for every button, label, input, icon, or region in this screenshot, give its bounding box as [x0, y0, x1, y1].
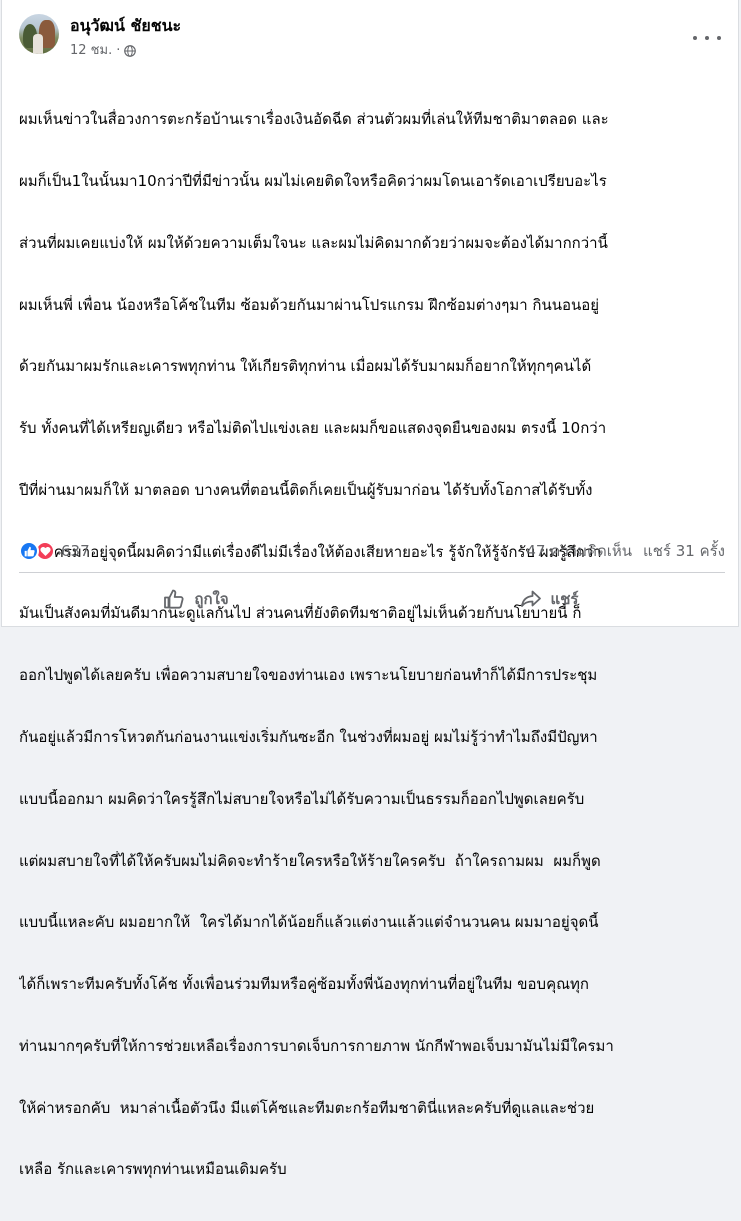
more-dot: [693, 36, 697, 40]
post-time[interactable]: 12 ชม.: [70, 43, 112, 59]
post-header: อนุวัฒน์ ชัยชนะ 12 ชม. ·: [19, 10, 725, 66]
post-line: ท่านมากๆครับที่ให้การช่วยเหลือเรื่องการบ…: [19, 1036, 614, 1055]
like-label: ถูกใจ: [194, 590, 229, 608]
meta-separator: ·: [116, 43, 121, 58]
globe-icon[interactable]: [124, 45, 137, 57]
avatar-person: [33, 34, 43, 54]
more-dot: [717, 36, 721, 40]
comments-count[interactable]: 47 ความคิดเห็น: [526, 539, 632, 563]
author-name[interactable]: อนุวัฒน์ ชัยชนะ: [70, 16, 181, 36]
divider: [19, 572, 725, 573]
avatar[interactable]: [19, 14, 59, 54]
like-button[interactable]: ถูกใจ: [19, 577, 372, 621]
reactions-bar: 637 47 ความคิดเห็น แชร์ 31 ครั้ง: [19, 540, 725, 562]
more-dot: [705, 36, 709, 40]
reactions-count[interactable]: 637: [61, 542, 90, 560]
post-line: ผมเห็นพี่ เพื่อน น้องหรือโค้ชในทีม ซ้อมด…: [19, 295, 600, 314]
share-label: แชร์: [550, 590, 579, 608]
post-line: ผมก็เป็น1ในนั้นมา10กว่าปีที่มีข่าวนั้น ผ…: [19, 171, 607, 190]
more-options-icon[interactable]: [693, 30, 721, 46]
post-line: ผมเห็นข่าวในสื่อวงการตะกร้อบ้านเราเรื่อง…: [19, 110, 609, 129]
share-arrow-icon: [520, 590, 541, 607]
post-line: ปีที่ผ่านมาผมก็ให้ มาตลอด บางคนที่ตอนนี้…: [19, 480, 593, 499]
share-button[interactable]: แชร์: [372, 577, 725, 621]
post-body: ผมเห็นข่าวในสื่อวงการตะกร้อบ้านเราเรื่อง…: [19, 68, 725, 1221]
post-actions: ถูกใจ แชร์: [19, 577, 725, 621]
post-line: แบบนี้แหละคับ ผมอยากให้ ใครได้มากได้น้อย…: [19, 913, 599, 932]
post-line: ส่วนที่ผมเคยแบ่งให้ ผมให้ด้วยความเต็มใจน…: [19, 233, 608, 252]
engagement-counts: 47 ความคิดเห็น แชร์ 31 ครั้ง: [526, 539, 725, 563]
thumbs-up-outline-icon: [164, 589, 184, 609]
post-line: กันอยู่แล้วมีการโหวตกันก่อนงานแข่งเริ่มก…: [19, 728, 598, 746]
post-line: เหลือ รักและเคารพทุกท่านเหมือนเดิมครับ: [19, 1160, 287, 1179]
post-line: รับ ทั้งคนที่ได้เหรียญเดียว หรือไม่ติดไป…: [19, 419, 607, 438]
shares-count[interactable]: แชร์ 31 ครั้ง: [643, 539, 725, 563]
thumbs-up-icon: [19, 541, 39, 561]
post-line: ออกไปพูดได้เลยครับ เพื่อความสบายใจของท่า…: [19, 666, 598, 685]
post-line: แต่ผมสบายใจที่ได้ให้ครับผมไม่คิดจะทำร้าย…: [19, 851, 601, 870]
post-line: แบบนี้ออกมา ผมคิดว่าใครรู้สึกไม่สบายใจหร…: [19, 789, 585, 808]
post-meta: 12 ชม. ·: [70, 43, 137, 59]
post-line: ด้วยกันมาผมรักและเคารพทุกท่าน ให้เกียรติ…: [19, 357, 592, 376]
post-line: ได้ก็เพราะทีมครับทั้งโค้ช ทั้งเพื่อนร่วม…: [19, 975, 589, 994]
reaction-icons[interactable]: [19, 541, 55, 561]
post-card: อนุวัฒน์ ชัยชนะ 12 ชม. · ผมเห็นข่าวในสื่…: [1, 0, 739, 1178]
post-line: ให้ค่าหรอกคับ หมาล่าเนื้อตัวนึง มีแต่โค้…: [19, 1098, 595, 1117]
